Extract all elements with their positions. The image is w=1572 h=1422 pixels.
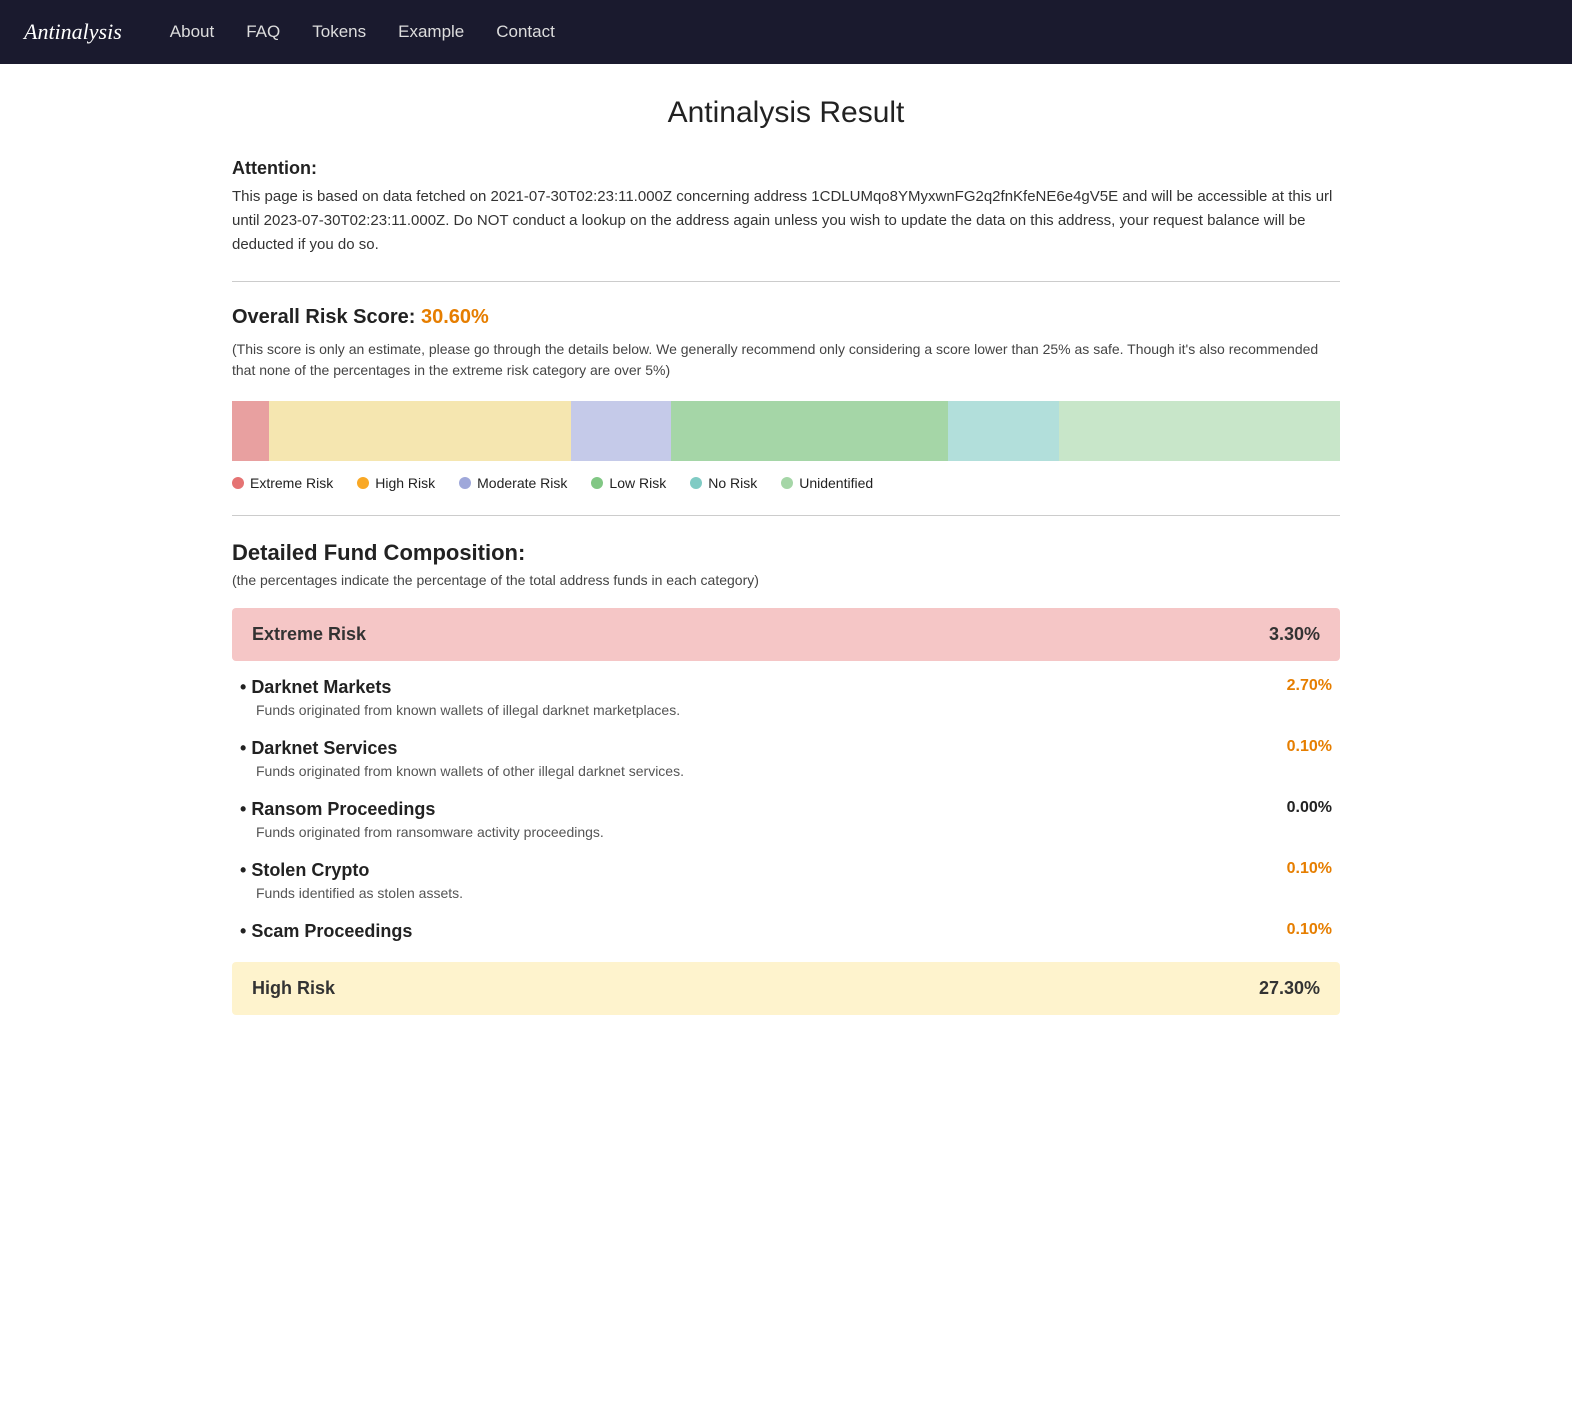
sub-item-desc: Funds originated from known wallets of o… bbox=[256, 763, 1332, 779]
legend-dot bbox=[232, 477, 244, 489]
sub-item-header: Ransom Proceedings 0.00% bbox=[240, 799, 1332, 820]
legend-label: Moderate Risk bbox=[477, 475, 567, 491]
category-header-high: High Risk 27.30% bbox=[232, 962, 1340, 1015]
risk-bar bbox=[232, 401, 1340, 461]
sub-item: Darknet Markets 2.70% Funds originated fro… bbox=[232, 677, 1340, 718]
sub-item-desc: Funds originated from known wallets of i… bbox=[256, 702, 1332, 718]
nav-tokens[interactable]: Tokens bbox=[312, 22, 366, 42]
legend-dot bbox=[459, 477, 471, 489]
main-content: Antinalysis Result Attention: This page … bbox=[216, 64, 1356, 1063]
legend-item: Unidentified bbox=[781, 475, 873, 491]
sub-item-pct: 0.10% bbox=[1287, 738, 1332, 756]
sub-item-name: Darknet Services bbox=[240, 738, 397, 759]
legend-item: No Risk bbox=[690, 475, 757, 491]
sub-item-pct: 0.10% bbox=[1287, 860, 1332, 878]
category-name: Extreme Risk bbox=[252, 624, 366, 645]
category-pct: 27.30% bbox=[1259, 978, 1320, 999]
sub-item: Darknet Services 0.10% Funds originated fr… bbox=[232, 738, 1340, 779]
risk-note: (This score is only an estimate, please … bbox=[232, 339, 1340, 381]
legend-label: No Risk bbox=[708, 475, 757, 491]
sub-item-pct: 0.10% bbox=[1287, 921, 1332, 939]
category-name: High Risk bbox=[252, 978, 335, 999]
risk-bar-segment bbox=[269, 401, 571, 461]
site-logo[interactable]: Antinalysis bbox=[24, 19, 122, 45]
sub-item-name: Stolen Crypto bbox=[240, 860, 369, 881]
legend-dot bbox=[591, 477, 603, 489]
sub-item-name: Scam Proceedings bbox=[240, 921, 412, 942]
legend-label: High Risk bbox=[375, 475, 435, 491]
risk-bar-segment bbox=[948, 401, 1059, 461]
categories-container: Extreme Risk 3.30% Darknet Markets 2.70% Fun… bbox=[232, 608, 1340, 1015]
risk-bar-segment bbox=[671, 401, 948, 461]
risk-bar-segment bbox=[571, 401, 671, 461]
legend-item: Moderate Risk bbox=[459, 475, 567, 491]
nav-example[interactable]: Example bbox=[398, 22, 464, 42]
sub-item-name: Ransom Proceedings bbox=[240, 799, 435, 820]
sub-item: Ransom Proceedings 0.00% Funds originated … bbox=[232, 799, 1340, 840]
risk-bar-segment bbox=[1059, 401, 1340, 461]
nav-contact[interactable]: Contact bbox=[496, 22, 555, 42]
navbar: Antinalysis About FAQ Tokens Example Con… bbox=[0, 0, 1572, 64]
legend-label: Extreme Risk bbox=[250, 475, 333, 491]
nav-about[interactable]: About bbox=[170, 22, 214, 42]
attention-label: Attention: bbox=[232, 158, 1340, 179]
legend-label: Unidentified bbox=[799, 475, 873, 491]
attention-text: This page is based on data fetched on 20… bbox=[232, 185, 1340, 257]
risk-label: Overall Risk Score: bbox=[232, 306, 421, 328]
composition-title: Detailed Fund Composition: bbox=[232, 540, 1340, 566]
category-header-extreme: Extreme Risk 3.30% bbox=[232, 608, 1340, 661]
composition-subtitle: (the percentages indicate the percentage… bbox=[232, 572, 1340, 588]
sub-item-pct: 2.70% bbox=[1287, 677, 1332, 695]
risk-score-value: 30.60% bbox=[421, 306, 489, 328]
sub-item: Scam Proceedings 0.10% bbox=[232, 921, 1340, 942]
legend-item: High Risk bbox=[357, 475, 435, 491]
legend-item: Low Risk bbox=[591, 475, 666, 491]
legend-dot bbox=[357, 477, 369, 489]
legend-item: Extreme Risk bbox=[232, 475, 333, 491]
sub-item: Stolen Crypto 0.10% Funds identified as st… bbox=[232, 860, 1340, 901]
divider-2 bbox=[232, 515, 1340, 516]
sub-item-desc: Funds originated from ransomware activit… bbox=[256, 824, 1332, 840]
sub-item-header: Scam Proceedings 0.10% bbox=[240, 921, 1332, 942]
legend-dot bbox=[781, 477, 793, 489]
sub-item-header: Stolen Crypto 0.10% bbox=[240, 860, 1332, 881]
sub-item-name: Darknet Markets bbox=[240, 677, 391, 698]
risk-bar-segment bbox=[232, 401, 269, 461]
nav-faq[interactable]: FAQ bbox=[246, 22, 280, 42]
category-pct: 3.30% bbox=[1269, 624, 1320, 645]
risk-score-line: Overall Risk Score: 30.60% bbox=[232, 306, 1340, 329]
sub-item-desc: Funds identified as stolen assets. bbox=[256, 885, 1332, 901]
sub-item-header: Darknet Markets 2.70% bbox=[240, 677, 1332, 698]
divider-1 bbox=[232, 281, 1340, 282]
sub-item-header: Darknet Services 0.10% bbox=[240, 738, 1332, 759]
sub-item-pct: 0.00% bbox=[1287, 799, 1332, 817]
risk-legend: Extreme Risk High Risk Moderate Risk Low Ri… bbox=[232, 475, 1340, 491]
legend-dot bbox=[690, 477, 702, 489]
legend-label: Low Risk bbox=[609, 475, 666, 491]
page-title: Antinalysis Result bbox=[232, 96, 1340, 130]
